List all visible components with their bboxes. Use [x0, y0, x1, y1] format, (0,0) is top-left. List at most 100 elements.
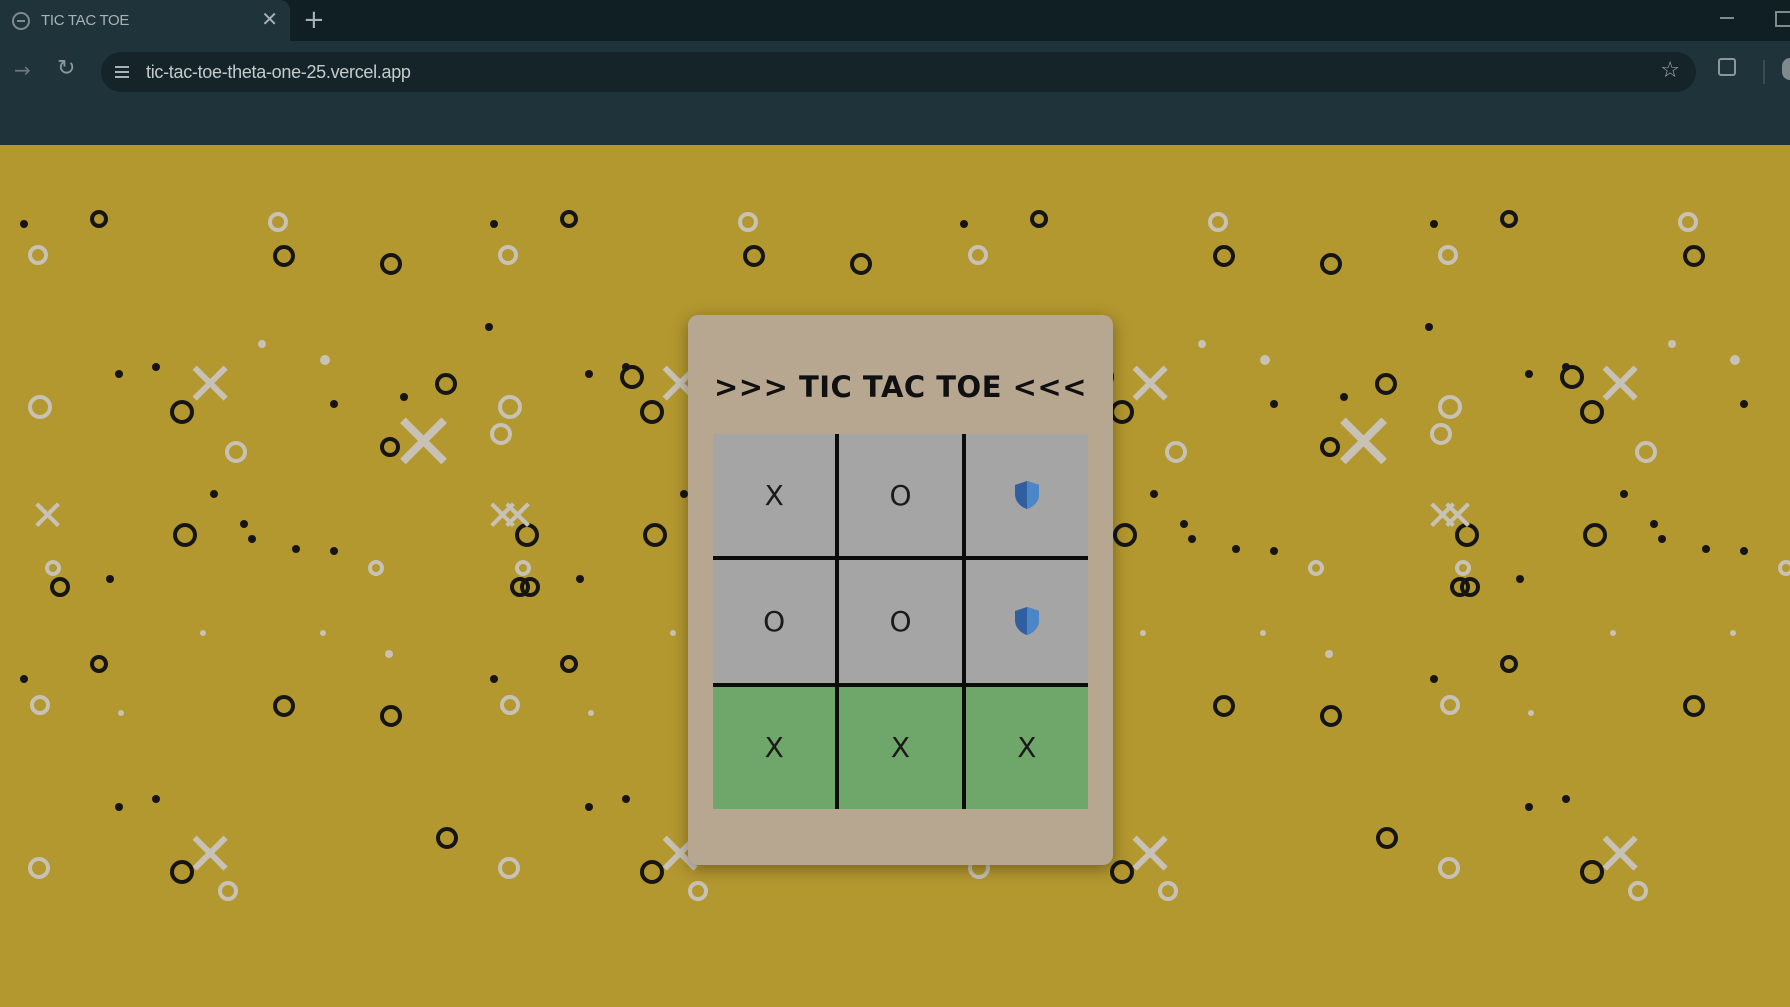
dot-shape — [1150, 490, 1158, 498]
x-shape: ✕ — [1125, 820, 1176, 890]
x-shape: ✕ — [1595, 820, 1646, 890]
new-tab-button[interactable]: + — [303, 5, 325, 35]
dot-shape — [1430, 675, 1438, 683]
dot-shape — [20, 220, 28, 228]
dot-shape — [1430, 220, 1438, 228]
o-ring-shape — [1113, 523, 1137, 547]
o-ring-shape — [1683, 245, 1705, 267]
cell-mark: X — [890, 731, 911, 765]
light-o-shape — [1635, 441, 1657, 463]
light-dot-shape — [1730, 355, 1740, 365]
board-cell[interactable]: X — [965, 686, 1088, 809]
cell-mark: O — [889, 604, 912, 638]
x-shape: ✕ — [1330, 396, 1398, 489]
light-o-shape — [1678, 212, 1698, 232]
board-cell[interactable]: X — [713, 686, 836, 809]
o-ring-shape — [1375, 373, 1397, 395]
dot-shape — [152, 363, 160, 371]
light-dot-shape — [1528, 710, 1534, 716]
address-bar[interactable]: tic-tac-toe-theta-one-25.vercel.app ☆ — [101, 52, 1696, 92]
dot-shape — [960, 220, 968, 228]
light-o-shape — [225, 441, 247, 463]
dot-shape — [240, 520, 248, 528]
dot-shape — [1562, 795, 1570, 803]
dot-shape — [622, 795, 630, 803]
light-o-shape — [1208, 212, 1228, 232]
light-o-shape — [498, 395, 522, 419]
x-shape: ✕ — [30, 491, 66, 540]
board-cell[interactable]: X — [713, 434, 836, 557]
dot-shape — [1425, 323, 1433, 331]
reload-button[interactable]: ↻ — [57, 56, 75, 81]
x-shape: ✕ — [185, 350, 236, 420]
url-text[interactable]: tic-tac-toe-theta-one-25.vercel.app — [146, 62, 411, 83]
o-ring-shape — [380, 253, 402, 275]
o-ring-shape — [1583, 523, 1607, 547]
board-cell[interactable]: O — [839, 560, 962, 683]
x-shape: ✕ — [500, 491, 536, 540]
dot-shape — [330, 400, 338, 408]
browser-tab[interactable]: TIC TAC TOE ✕ — [0, 0, 290, 41]
cell-mark: X — [764, 731, 784, 765]
o-ring-shape — [435, 373, 457, 395]
board-cell[interactable]: X — [839, 686, 962, 809]
bookmark-star-icon[interactable]: ☆ — [1660, 58, 1680, 83]
dot-shape — [210, 490, 218, 498]
cell-mark: O — [763, 604, 786, 638]
o-ring-shape — [50, 577, 70, 597]
o-ring-shape — [1683, 695, 1705, 717]
dot-shape — [20, 675, 28, 683]
game-card: >>> TIC TAC TOE <<< X O O O X X X — [688, 315, 1113, 865]
light-o-shape — [1438, 395, 1462, 419]
o-ring-shape — [436, 827, 458, 849]
dot-shape — [1180, 520, 1188, 528]
shield-icon — [1014, 481, 1039, 510]
light-o-shape — [368, 560, 384, 576]
o-ring-shape — [273, 245, 295, 267]
dot-shape — [1516, 575, 1524, 583]
site-settings-icon[interactable] — [113, 63, 131, 81]
light-o-shape — [1308, 560, 1324, 576]
o-ring-shape — [1320, 705, 1342, 727]
light-dot-shape — [1325, 650, 1333, 658]
board-cell[interactable] — [965, 560, 1088, 683]
close-tab-icon[interactable]: ✕ — [261, 8, 278, 30]
tab-strip: TIC TAC TOE ✕ + — [0, 0, 1790, 41]
light-dot-shape — [670, 630, 676, 636]
o-ring-shape — [1320, 253, 1342, 275]
dot-shape — [576, 575, 584, 583]
profile-icon[interactable] — [1782, 58, 1790, 80]
light-o-shape — [45, 560, 61, 576]
extensions-icon[interactable] — [1718, 58, 1736, 76]
light-dot-shape — [1140, 630, 1146, 636]
maximize-icon[interactable] — [1775, 11, 1790, 27]
board-cell[interactable] — [965, 434, 1088, 557]
dot-shape — [680, 490, 688, 498]
dot-shape — [1562, 363, 1570, 371]
light-dot-shape — [320, 355, 330, 365]
dot-shape — [1658, 535, 1666, 543]
dot-shape — [1525, 803, 1533, 811]
light-o-shape — [30, 695, 50, 715]
forward-button[interactable]: → — [14, 58, 31, 82]
o-ring-shape — [1460, 577, 1480, 597]
toolbar-divider — [1763, 60, 1765, 84]
light-dot-shape — [1198, 340, 1206, 348]
o-ring-shape — [560, 655, 578, 673]
dot-shape — [1650, 520, 1658, 528]
shield-icon — [1014, 607, 1039, 636]
board-cell[interactable]: O — [839, 434, 962, 557]
o-ring-shape — [850, 253, 872, 275]
o-ring-shape — [560, 210, 578, 228]
minimize-icon[interactable] — [1720, 17, 1734, 19]
board-cell[interactable]: O — [713, 560, 836, 683]
dot-shape — [330, 547, 338, 555]
light-dot-shape — [1668, 340, 1676, 348]
light-o-shape — [1440, 695, 1460, 715]
x-shape: ✕ — [1595, 350, 1646, 420]
x-shape: ✕ — [185, 820, 236, 890]
light-o-shape — [490, 423, 512, 445]
globe-icon — [12, 11, 30, 30]
light-o-shape — [500, 695, 520, 715]
x-shape: ✕ — [390, 396, 458, 489]
